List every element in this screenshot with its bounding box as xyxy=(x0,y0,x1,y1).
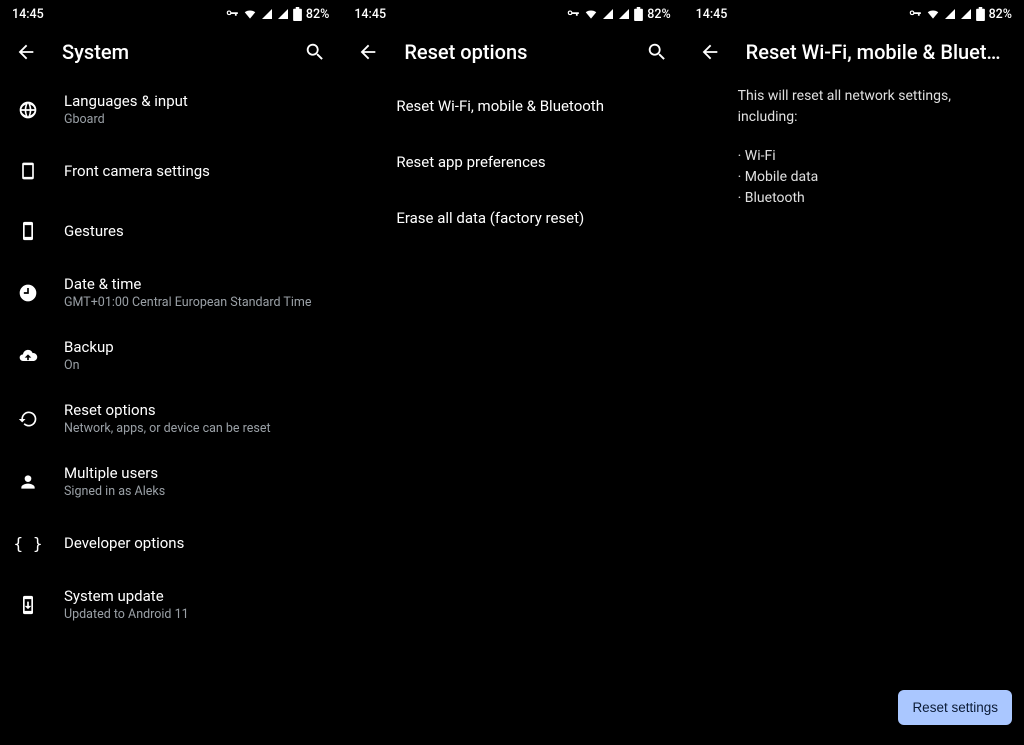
status-icons: 82% xyxy=(225,7,329,22)
item-label: Front camera settings xyxy=(64,162,210,180)
signal-icon xyxy=(618,8,630,20)
key-icon xyxy=(566,7,580,21)
gesture-icon xyxy=(16,221,40,241)
phone-system: 14:45 82% System Languages & input Gboard xyxy=(0,0,341,745)
battery-text: 82% xyxy=(989,7,1012,22)
status-icons: 82% xyxy=(908,7,1012,22)
key-icon xyxy=(908,7,922,21)
item-label: Multiple users xyxy=(64,464,165,482)
item-label: Reset options xyxy=(64,401,271,419)
item-multiple-users[interactable]: Multiple users Signed in as Aleks xyxy=(0,450,341,513)
key-icon xyxy=(225,7,239,21)
bullet-list: Wi-Fi Mobile data Bluetooth xyxy=(738,146,1008,209)
item-label: Date & time xyxy=(64,275,311,293)
item-label: Languages & input xyxy=(64,92,188,110)
signal-icon xyxy=(261,8,273,20)
item-backup[interactable]: Backup On xyxy=(0,324,341,387)
back-button[interactable] xyxy=(356,40,380,64)
item-sub: Gboard xyxy=(64,112,188,127)
page-title: Reset options xyxy=(404,40,620,64)
item-sub: GMT+01:00 Central European Standard Time xyxy=(64,295,311,310)
settings-list: Languages & input Gboard Front camera set… xyxy=(0,78,341,636)
back-button[interactable] xyxy=(698,40,722,64)
item-sub: Updated to Android 11 xyxy=(64,607,189,622)
item-label: Erase all data (factory reset) xyxy=(396,209,584,227)
item-label: Backup xyxy=(64,338,114,356)
reset-description: This will reset all network settings, in… xyxy=(684,78,1024,209)
item-sub: Signed in as Aleks xyxy=(64,484,165,499)
bullet-item: Mobile data xyxy=(738,167,1008,188)
wifi-icon xyxy=(243,7,257,21)
clock-icon xyxy=(16,283,40,303)
status-bar: 14:45 82% xyxy=(684,0,1024,28)
search-button[interactable] xyxy=(645,40,669,64)
signal-icon xyxy=(944,8,956,20)
signal-icon xyxy=(602,8,614,20)
status-bar: 14:45 82% xyxy=(0,0,341,28)
globe-icon xyxy=(16,100,40,120)
item-label: Developer options xyxy=(64,534,184,552)
phone-reset-options: 14:45 82% Reset options Reset Wi-Fi, mob… xyxy=(341,0,682,745)
signal-icon xyxy=(960,8,972,20)
signal-icon xyxy=(277,8,289,20)
battery-icon xyxy=(293,7,302,21)
intro-text: This will reset all network settings, in… xyxy=(738,86,1008,128)
status-icons: 82% xyxy=(566,7,670,22)
system-update-icon xyxy=(16,595,40,615)
wifi-icon xyxy=(926,7,940,21)
status-bar: 14:45 82% xyxy=(342,0,682,28)
item-system-update[interactable]: System update Updated to Android 11 xyxy=(0,573,341,636)
item-date-time[interactable]: Date & time GMT+01:00 Central European St… xyxy=(0,261,341,324)
bullet-item: Wi-Fi xyxy=(738,146,1008,167)
wifi-icon xyxy=(584,7,598,21)
item-label: Reset app preferences xyxy=(396,153,545,171)
item-developer-options[interactable]: { } Developer options xyxy=(0,513,341,573)
reset-settings-button[interactable]: Reset settings xyxy=(898,690,1012,725)
item-gestures[interactable]: Gestures xyxy=(0,201,341,261)
battery-text: 82% xyxy=(647,7,670,22)
item-front-camera[interactable]: Front camera settings xyxy=(0,141,341,201)
bullet-item: Bluetooth xyxy=(738,188,1008,209)
item-languages-input[interactable]: Languages & input Gboard xyxy=(0,78,341,141)
phone-reset-network: 14:45 82% Reset Wi-Fi, mobile & Blueto… … xyxy=(683,0,1024,745)
item-reset-network[interactable]: Reset Wi-Fi, mobile & Bluetooth xyxy=(342,78,682,134)
restore-icon xyxy=(16,409,40,429)
clock: 14:45 xyxy=(354,7,386,22)
item-reset-app-prefs[interactable]: Reset app preferences xyxy=(342,134,682,190)
phone-front-icon xyxy=(16,161,40,181)
app-bar: System xyxy=(0,28,341,78)
item-label: System update xyxy=(64,587,189,605)
item-factory-reset[interactable]: Erase all data (factory reset) xyxy=(342,190,682,246)
back-button[interactable] xyxy=(14,40,38,64)
item-sub: On xyxy=(64,358,114,373)
person-icon xyxy=(16,472,40,492)
search-button[interactable] xyxy=(303,40,327,64)
item-sub: Network, apps, or device can be reset xyxy=(64,421,271,436)
item-reset-options[interactable]: Reset options Network, apps, or device ca… xyxy=(0,387,341,450)
page-title: System xyxy=(62,40,279,64)
battery-icon xyxy=(976,7,985,21)
battery-text: 82% xyxy=(306,7,329,22)
clock: 14:45 xyxy=(12,7,44,22)
item-label: Gestures xyxy=(64,222,124,240)
battery-icon xyxy=(634,7,643,21)
clock: 14:45 xyxy=(696,7,728,22)
cloud-upload-icon xyxy=(16,346,40,366)
app-bar: Reset Wi-Fi, mobile & Blueto… xyxy=(684,28,1024,78)
item-label: Reset Wi-Fi, mobile & Bluetooth xyxy=(396,97,604,115)
braces-icon: { } xyxy=(16,534,40,553)
page-title: Reset Wi-Fi, mobile & Blueto… xyxy=(746,40,1010,64)
app-bar: Reset options xyxy=(342,28,682,78)
reset-list: Reset Wi-Fi, mobile & Bluetooth Reset ap… xyxy=(342,78,682,246)
